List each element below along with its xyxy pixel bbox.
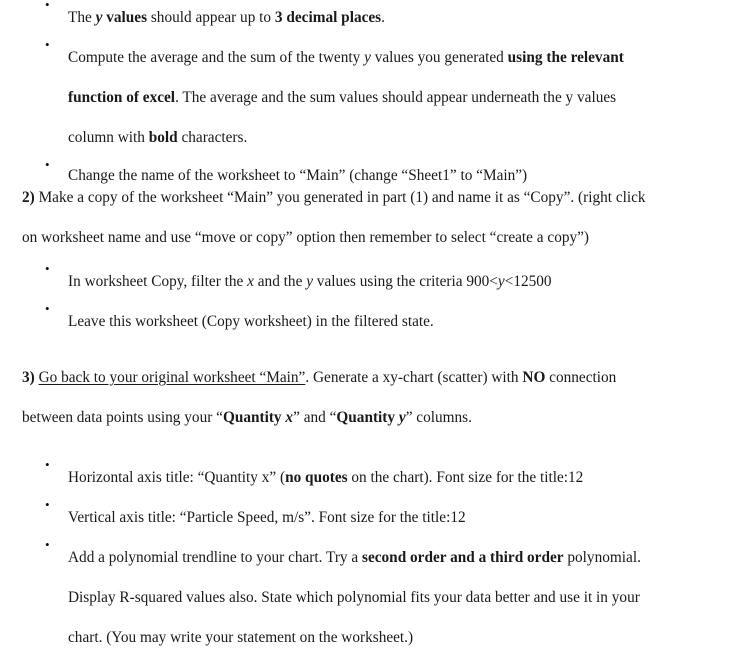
section-3-number: 3) xyxy=(22,369,35,386)
section-3-line-2: between data points using your “Quantity… xyxy=(22,398,748,438)
text-run-emphasis: y xyxy=(306,273,313,290)
section-3-bullet-1-line-1: Horizontal axis title: “Quantity x” (no … xyxy=(68,458,748,498)
text-run-emphasis: x xyxy=(247,273,254,290)
section-3-bullet-2-line-1: Vertical axis title: “Particle Speed, m/… xyxy=(68,498,748,538)
text-run: connection xyxy=(545,369,617,386)
text-run: and the xyxy=(253,273,307,290)
bullet-list-section-2: In worksheet Copy, filter the x and the … xyxy=(0,262,748,342)
text-run: ” and “ xyxy=(293,409,337,426)
document-page: The y values should appear up to 3 decim… xyxy=(0,0,748,646)
section-3-bullet-3-line-1: Add a polynomial trendline to your chart… xyxy=(68,538,748,578)
bullet-list-section-1: The y values should appear up to 3 decim… xyxy=(0,0,748,193)
paragraph-section-3: 3) Go back to your original worksheet “M… xyxy=(0,358,748,438)
text-run: ” columns. xyxy=(405,409,472,426)
list-item: Vertical axis title: “Particle Speed, m/… xyxy=(0,498,748,538)
text-run-emphasis: bold xyxy=(148,129,178,146)
bullet-2-line-2: function of excel. The average and the s… xyxy=(68,78,748,118)
text-run-emphasis: Quantity xyxy=(222,409,286,426)
text-run: on the chart). Font size for the title:1… xyxy=(347,469,584,486)
text-run-emphasis: y xyxy=(364,49,371,66)
text-run: Display R-squared values also. State whi… xyxy=(68,589,640,606)
section-2-line-1: 2) Make a copy of the worksheet “Main” y… xyxy=(22,178,748,218)
text-run-emphasis: Quantity xyxy=(336,409,399,426)
bullet-1-line-1: The y values should appear up to 3 decim… xyxy=(68,0,748,38)
text-run: polynomial. xyxy=(563,549,641,566)
text-run: The xyxy=(68,9,96,26)
list-item: In worksheet Copy, filter the x and the … xyxy=(0,262,748,302)
text-run: chart. (You may write your statement on … xyxy=(68,629,414,646)
text-run: Leave this worksheet (Copy worksheet) in… xyxy=(68,313,434,330)
text-run-emphasis: y xyxy=(497,273,505,290)
text-run-emphasis: NO xyxy=(522,369,546,386)
text-run: between data points using your “ xyxy=(22,409,223,426)
text-run: . xyxy=(381,9,385,26)
section-3-line-1: 3) Go back to your original worksheet “M… xyxy=(22,358,748,398)
section-2-bullet-2-line-1: Leave this worksheet (Copy worksheet) in… xyxy=(68,302,748,342)
text-run-emphasis: no quotes xyxy=(285,469,348,486)
text-run: on worksheet name and use “move or copy”… xyxy=(22,229,590,246)
list-item: The y values should appear up to 3 decim… xyxy=(0,0,748,38)
section-2-bullet-1-line-1: In worksheet Copy, filter the x and the … xyxy=(68,262,748,302)
text-run: In worksheet Copy, filter the xyxy=(68,273,248,290)
text-run: Vertical axis title: “Particle Speed, m/… xyxy=(68,509,466,526)
text-run-emphasis: y xyxy=(398,409,406,426)
text-run-emphasis: x xyxy=(285,409,294,426)
text-run: Compute the average and the sum of the t… xyxy=(68,49,365,66)
bullet-2-line-3: column with bold characters. xyxy=(68,118,748,158)
section-2-line-2: on worksheet name and use “move or copy”… xyxy=(22,218,748,258)
text-run: Add a polynomial trendline to your chart… xyxy=(68,549,362,566)
section-3-bullet-3-line-2: Display R-squared values also. State whi… xyxy=(68,578,748,618)
text-run: values you generated xyxy=(370,49,508,66)
bullet-list-section-3: Horizontal axis title: “Quantity x” (no … xyxy=(0,458,748,658)
text-run-emphasis: second order and a third order xyxy=(362,549,564,566)
text-run-emphasis: values xyxy=(102,9,148,26)
text-run-underlined: Go back to your original worksheet “Main… xyxy=(38,369,306,386)
text-run-emphasis: 3 decimal places xyxy=(274,9,382,26)
text-run-emphasis: function of excel xyxy=(68,89,176,106)
section-2-number: 2) xyxy=(22,189,35,206)
text-run: column with xyxy=(68,129,149,146)
list-item: Add a polynomial trendline to your chart… xyxy=(0,538,748,658)
text-run: . The average and the sum values should … xyxy=(175,89,617,106)
bullet-2-line-1: Compute the average and the sum of the t… xyxy=(68,38,748,78)
text-run: . Generate a xy-chart (scatter) with xyxy=(305,369,523,386)
paragraph-section-2: 2) Make a copy of the worksheet “Main” y… xyxy=(0,178,748,258)
list-item: Horizontal axis title: “Quantity x” (no … xyxy=(0,458,748,498)
text-run: values using the criteria 900< xyxy=(312,273,498,290)
text-run: Make a copy of the worksheet “Main” you … xyxy=(34,189,646,206)
text-run: should appear up to xyxy=(147,9,275,26)
text-run-emphasis: using the relevant xyxy=(507,49,624,66)
section-3-bullet-3-line-3: chart. (You may write your statement on … xyxy=(68,618,748,658)
text-run: <12500 xyxy=(504,273,552,290)
text-run: Horizontal axis title: “Quantity x” ( xyxy=(68,469,286,486)
text-run: characters. xyxy=(177,129,248,146)
list-item: Leave this worksheet (Copy worksheet) in… xyxy=(0,302,748,342)
list-item: Compute the average and the sum of the t… xyxy=(0,38,748,158)
